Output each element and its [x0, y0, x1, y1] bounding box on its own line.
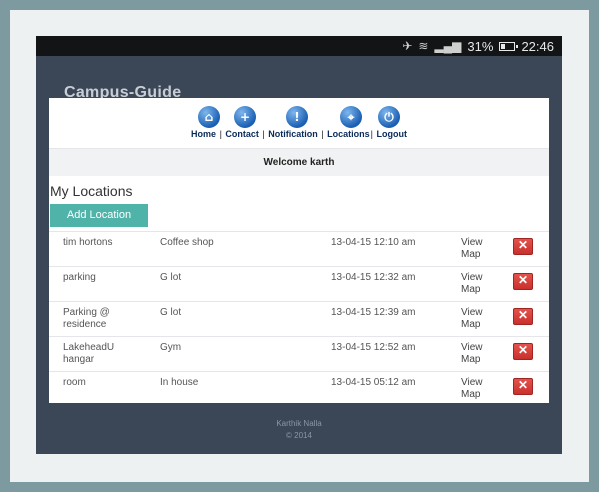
delete-icon[interactable]: ✕ [513, 273, 533, 290]
table-row: room In house 13-04-15 05:12 am View Map… [49, 371, 549, 406]
footer: Karthik Nalla © 2014 [36, 418, 562, 442]
location-name: LakeheadU hangar [63, 342, 115, 365]
silent-icon: ✈ [402, 39, 413, 53]
content-card: ⌂ + ! ⌖ ⏻ Home | Contact | Notification … [49, 98, 549, 403]
location-name: tim hortons [63, 237, 113, 248]
location-category: Gym [160, 342, 182, 353]
nav-link-contact[interactable]: Contact [225, 129, 259, 139]
table-row: parking G lot 13-04-15 12:32 am View Map… [49, 266, 549, 301]
delete-icon[interactable]: ✕ [513, 343, 533, 360]
nav-item-notification[interactable]: ! [286, 98, 308, 148]
delete-icon[interactable]: ✕ [513, 238, 533, 255]
exclamation-icon[interactable]: ! [286, 106, 308, 128]
battery-fill [501, 43, 506, 49]
nav-separator: | [217, 129, 225, 139]
nav-link-notification[interactable]: Notification [268, 129, 318, 139]
home-icon[interactable]: ⌂ [198, 106, 220, 128]
nav-link-home[interactable]: Home [191, 129, 216, 139]
nav-item-locations[interactable]: ⌖ [340, 98, 362, 148]
location-datetime: 13-04-15 12:10 am [331, 237, 416, 248]
nav-separator: | [370, 129, 376, 139]
footer-copyright: © 2014 [286, 431, 312, 440]
nav-separator: | [259, 129, 268, 139]
nav-labels: Home | Contact | Notification | Location… [49, 129, 549, 139]
location-category: G lot [160, 272, 182, 283]
nav-link-locations[interactable]: Locations [327, 129, 370, 139]
phone-screen: ✈ ≋ ▂▄▆ 31% 22:46 Campus-Guide ⌂ + ! ⌖ ⏻ [36, 36, 562, 454]
delete-icon[interactable]: ✕ [513, 308, 533, 325]
status-bar: ✈ ≋ ▂▄▆ 31% 22:46 [36, 36, 562, 56]
location-name: parking [63, 272, 96, 283]
nav-item-contact[interactable]: + [234, 98, 256, 148]
location-category: Coffee shop [160, 237, 214, 248]
table-row: tim hortons Coffee shop 13-04-15 12:10 a… [49, 231, 549, 266]
delete-icon[interactable]: ✕ [513, 378, 533, 395]
table-row: LakeheadU hangar Gym 13-04-15 12:52 am V… [49, 336, 549, 371]
battery-icon [499, 41, 519, 51]
nav-separator: | [318, 129, 327, 139]
location-name: room [63, 377, 86, 388]
welcome-banner: Welcome karth [49, 148, 549, 176]
location-category: In house [160, 377, 199, 388]
view-map-link[interactable]: View Map [461, 237, 493, 261]
nav-item-logout[interactable]: ⏻ [378, 98, 400, 148]
location-name: Parking @ residence [63, 307, 110, 330]
location-datetime: 13-04-15 12:39 am [331, 307, 416, 318]
battery-percent: 31% [467, 38, 494, 54]
location-datetime: 13-04-15 12:32 am [331, 272, 416, 283]
footer-author: Karthik Nalla [276, 419, 322, 428]
view-map-link[interactable]: View Map [461, 272, 493, 296]
nav-bar: ⌂ + ! ⌖ ⏻ Home | Contact | Notification … [49, 98, 549, 148]
view-map-link[interactable]: View Map [461, 307, 493, 331]
location-category: G lot [160, 307, 182, 318]
nav-item-home[interactable]: ⌂ [198, 98, 220, 148]
logout-icon[interactable]: ⏻ [378, 106, 400, 128]
clock: 22:46 [521, 38, 554, 54]
locations-table: tim hortons Coffee shop 13-04-15 12:10 a… [49, 231, 549, 406]
nav-link-logout[interactable]: Logout [376, 129, 407, 139]
table-row: Parking @ residence G lot 13-04-15 12:39… [49, 301, 549, 336]
plus-icon[interactable]: + [234, 106, 256, 128]
location-datetime: 13-04-15 05:12 am [331, 377, 416, 388]
location-icon[interactable]: ⌖ [340, 106, 362, 128]
wifi-icon: ≋ [418, 39, 429, 53]
page-title: My Locations [50, 183, 133, 199]
add-location-button[interactable]: Add Location [50, 204, 148, 227]
location-datetime: 13-04-15 12:52 am [331, 342, 416, 353]
signal-icon: ▂▄▆ [434, 39, 462, 53]
view-map-link[interactable]: View Map [461, 342, 493, 366]
view-map-link[interactable]: View Map [461, 377, 493, 401]
